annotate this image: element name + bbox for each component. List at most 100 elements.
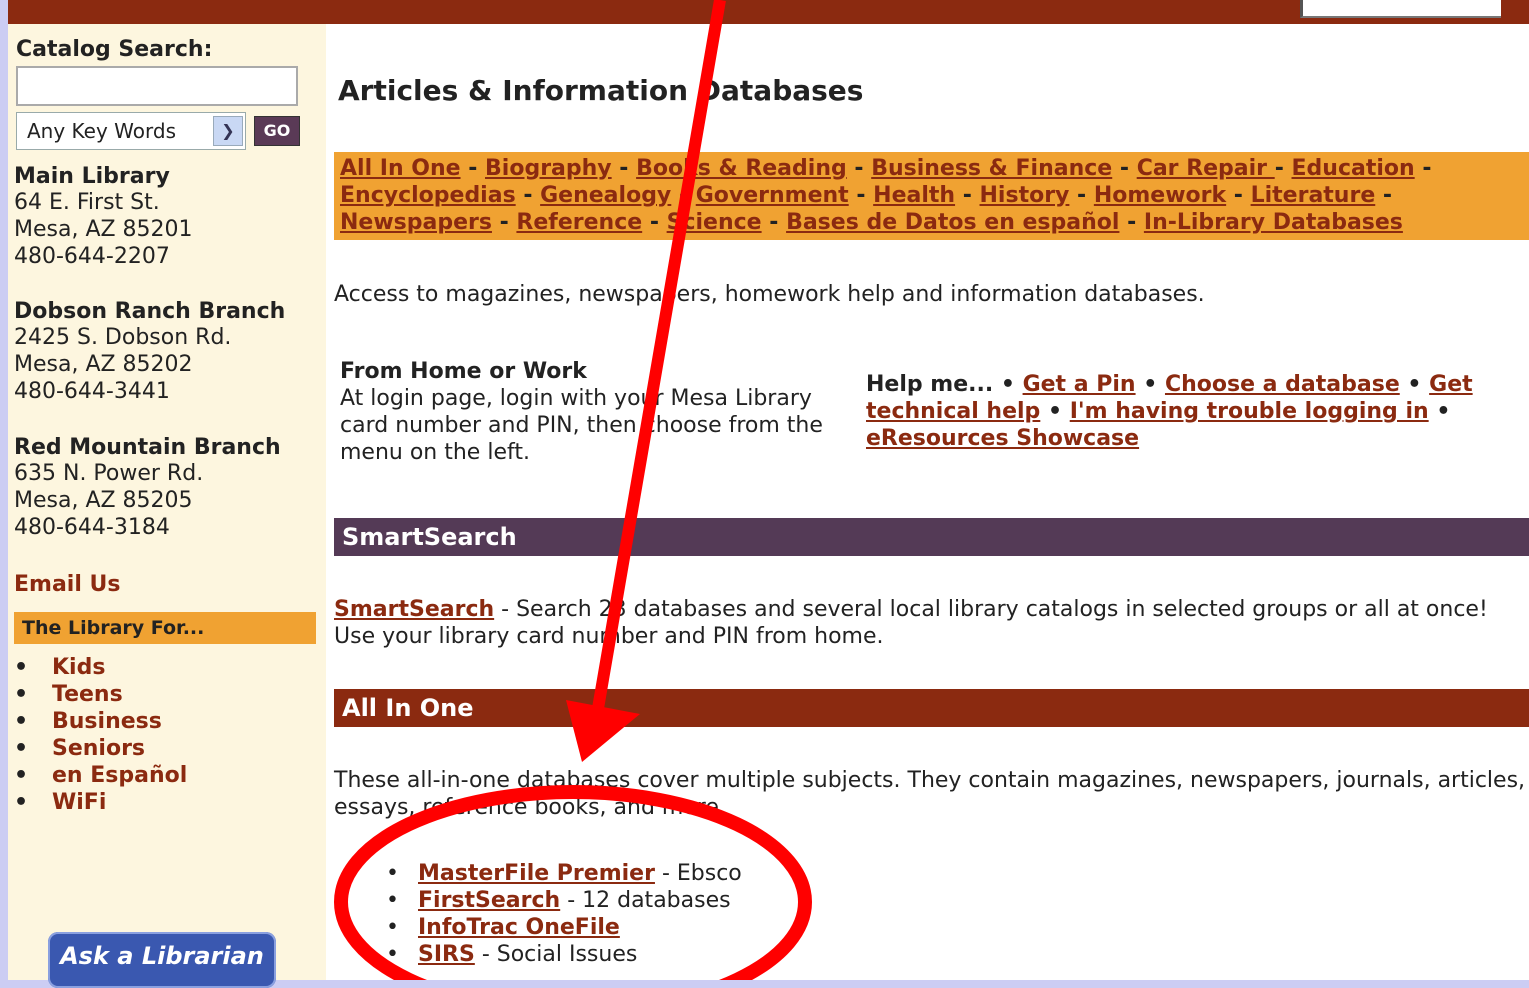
bullet-icon: • — [386, 942, 399, 967]
separator: - — [1119, 210, 1144, 235]
help-links: Help me... • Get a Pin • Choose a databa… — [866, 371, 1526, 452]
category-link[interactable]: Government — [696, 183, 849, 208]
category-link[interactable]: Books & Reading — [636, 156, 847, 181]
separator: - — [848, 183, 874, 208]
library-for-label[interactable]: Kids — [52, 655, 105, 680]
category-link[interactable]: Education — [1292, 156, 1415, 181]
database-list: • MasterFile Premier - Ebsco • FirstSearch… — [386, 860, 742, 968]
library-for-label[interactable]: Seniors — [52, 736, 145, 761]
category-link[interactable]: Literature — [1251, 183, 1376, 208]
category-link[interactable]: In-Library Databases — [1144, 210, 1403, 235]
separator: - — [671, 183, 696, 208]
list-item: • InfoTrac OneFile — [386, 914, 742, 941]
intro-text: Access to magazines, newspapers, homewor… — [334, 282, 1205, 307]
eresources-showcase-link[interactable]: eResources Showcase — [866, 426, 1139, 451]
branch-phone: 480-644-3184 — [14, 515, 170, 540]
email-us-link[interactable]: Email Us — [14, 572, 121, 597]
database-note: - Ebsco — [654, 861, 742, 886]
all-in-one-section-header: All In One — [334, 689, 1529, 727]
category-link[interactable]: Encyclopedias — [340, 183, 516, 208]
database-link[interactable]: MasterFile Premier — [418, 861, 655, 886]
main-content: Articles & Information Databases All In … — [326, 24, 1529, 980]
category-link[interactable]: Reference — [516, 210, 642, 235]
separator: • — [1135, 372, 1165, 397]
page-title: Articles & Information Databases — [338, 74, 864, 107]
login-trouble-link[interactable]: I'm having trouble logging in — [1070, 399, 1429, 424]
library-for-item[interactable]: • Business — [14, 708, 187, 735]
category-link[interactable]: Car Repair — [1137, 156, 1275, 181]
library-for-list: • Kids • Teens • Business • Seniors • en Espa… — [14, 654, 187, 816]
bullet-icon: • — [14, 709, 29, 734]
library-for-label[interactable]: Business — [52, 709, 162, 734]
bullet-icon: • — [386, 861, 399, 886]
category-link[interactable]: Biography — [485, 156, 612, 181]
library-for-label[interactable]: Teens — [52, 682, 123, 707]
database-link[interactable]: FirstSearch — [418, 888, 560, 913]
branch-dobson: Dobson Ranch Branch 2425 S. Dobson Rd. M… — [14, 299, 285, 405]
bullet-icon: • — [386, 888, 399, 913]
library-for-label[interactable]: en Español — [52, 763, 187, 788]
library-for-label[interactable]: WiFi — [52, 790, 106, 815]
branch-name: Dobson Ranch Branch — [14, 299, 286, 324]
library-for-item[interactable]: • Teens — [14, 681, 187, 708]
branch-city: Mesa, AZ 85202 — [14, 352, 193, 377]
all-in-one-description: These all-in-one databases cover multipl… — [334, 768, 1526, 820]
branch-street: 64 E. First St. — [14, 190, 160, 215]
go-button[interactable]: GO — [254, 116, 300, 146]
branch-phone: 480-644-2207 — [14, 244, 170, 269]
separator: - — [846, 156, 872, 181]
smartsearch-description: SmartSearch - Search 23 databases and se… — [334, 596, 1529, 650]
separator: - — [642, 210, 667, 235]
separator: - — [955, 183, 980, 208]
separator: - — [611, 156, 637, 181]
separator: - — [460, 156, 486, 181]
separator: - — [1112, 156, 1137, 181]
top-search-input[interactable] — [1300, 0, 1501, 18]
category-link[interactable]: Science — [667, 210, 762, 235]
category-link[interactable]: Health — [873, 183, 955, 208]
bullet-icon: • — [14, 763, 29, 788]
get-pin-link[interactable]: Get a Pin — [1023, 372, 1136, 397]
library-for-item[interactable]: • Seniors — [14, 735, 187, 762]
branch-phone: 480-644-3441 — [14, 379, 170, 404]
help-prefix: Help me... • — [866, 372, 1023, 397]
bullet-icon: • — [14, 682, 29, 707]
from-home-text: At login page, login with your Mesa Libr… — [340, 386, 823, 465]
database-link[interactable]: SIRS — [418, 942, 475, 967]
separator: - — [1414, 156, 1432, 181]
category-link[interactable]: Business & Finance — [871, 156, 1112, 181]
database-note: - Social Issues — [474, 942, 638, 967]
separator: - — [1226, 183, 1251, 208]
search-type-select[interactable]: Any Key Words ❯ — [16, 112, 246, 150]
category-link[interactable]: All In One — [340, 156, 461, 181]
list-item: • FirstSearch - 12 databases — [386, 887, 742, 914]
branch-name: Red Mountain Branch — [14, 435, 281, 460]
branch-street: 2425 S. Dobson Rd. — [14, 325, 232, 350]
category-link[interactable]: History — [980, 183, 1070, 208]
separator: • — [1428, 399, 1451, 424]
category-link[interactable]: Genealogy — [540, 183, 671, 208]
category-link[interactable]: Bases de Datos en español — [786, 210, 1119, 235]
branch-city: Mesa, AZ 85205 — [14, 488, 193, 513]
library-for-heading: The Library For... — [14, 612, 316, 644]
category-nav: All In One - Biography - Books & Reading… — [334, 152, 1529, 240]
bullet-icon: • — [386, 915, 399, 940]
separator: - — [1274, 156, 1292, 181]
branch-red-mountain: Red Mountain Branch 635 N. Power Rd. Mes… — [14, 435, 281, 541]
from-home-block: From Home or Work At login page, login w… — [340, 358, 850, 466]
library-for-item[interactable]: • WiFi — [14, 789, 187, 816]
smartsearch-text: - Search 23 databases and several local … — [334, 597, 1488, 649]
smartsearch-link[interactable]: SmartSearch — [334, 597, 494, 622]
database-note: - 12 databases — [560, 888, 731, 913]
category-link[interactable]: Homework — [1094, 183, 1226, 208]
branch-name: Main Library — [14, 164, 170, 189]
library-for-item[interactable]: • en Español — [14, 762, 187, 789]
database-link[interactable]: InfoTrac OneFile — [418, 915, 620, 940]
category-link[interactable]: Newspapers — [340, 210, 492, 235]
chevron-down-icon[interactable]: ❯ — [213, 116, 243, 146]
choose-database-link[interactable]: Choose a database — [1165, 372, 1400, 397]
library-for-item[interactable]: • Kids — [14, 654, 187, 681]
catalog-search-input[interactable] — [16, 66, 298, 106]
list-item: • MasterFile Premier - Ebsco — [386, 860, 742, 887]
catalog-search-label: Catalog Search: — [16, 37, 213, 62]
